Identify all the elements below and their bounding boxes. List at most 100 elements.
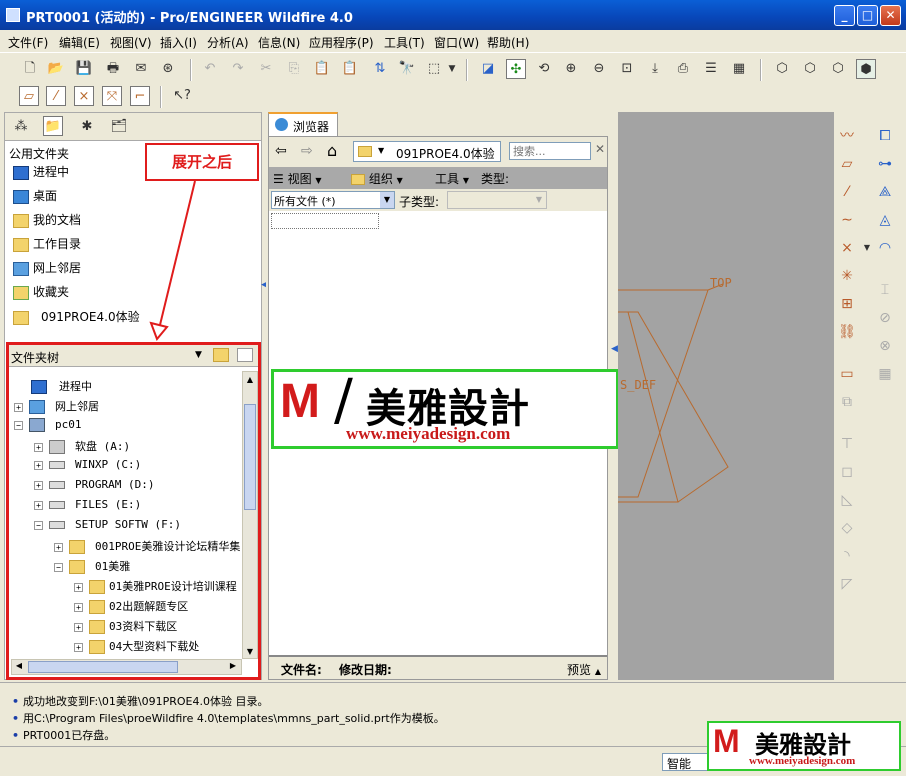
view-menu[interactable]: ☰ 视图 ▼ bbox=[273, 170, 322, 187]
menu-window[interactable]: 窗口(W) bbox=[434, 34, 479, 51]
menu-edit[interactable]: 编辑(E) bbox=[59, 34, 100, 51]
folder-browser-tab-icon[interactable]: 📁 bbox=[43, 116, 63, 136]
nav-item-favorites[interactable]: 收藏夹 bbox=[13, 283, 69, 300]
note-icon[interactable]: ▭ bbox=[836, 364, 858, 384]
menu-analysis[interactable]: 分析(A) bbox=[207, 34, 249, 51]
refit-icon[interactable]: ⊡ bbox=[617, 59, 637, 79]
nav-item-desktop[interactable]: 桌面 bbox=[13, 187, 57, 204]
preview-toggle[interactable]: 预览 ▲ bbox=[567, 661, 601, 678]
collapse-icon[interactable]: − bbox=[14, 420, 23, 430]
tree-item-drive-c[interactable]: + WINXP (C:) bbox=[34, 458, 141, 471]
expand-icon[interactable]: + bbox=[74, 642, 83, 652]
cut-icon[interactable]: ✂ bbox=[256, 59, 276, 79]
tools-menu[interactable]: 工具 ▼ bbox=[435, 170, 469, 187]
favorites-tab-icon[interactable]: ✱ bbox=[77, 117, 97, 137]
dropdown-arrow-icon[interactable]: ▼ bbox=[446, 59, 458, 79]
scroll-left-icon[interactable]: ◀ bbox=[12, 661, 26, 670]
scroll-down-icon[interactable]: ▼ bbox=[243, 644, 257, 659]
scroll-up-icon[interactable]: ▲ bbox=[243, 372, 257, 387]
blend-icon[interactable]: ◬ bbox=[874, 210, 896, 230]
file-list-focus[interactable] bbox=[271, 213, 379, 229]
tree-item-downloads[interactable]: +03资料下载区 bbox=[74, 618, 177, 634]
subtype-select[interactable]: ▼ bbox=[447, 191, 547, 209]
boundary-blend-icon[interactable]: ◠ bbox=[874, 238, 896, 258]
scroll-right-icon[interactable]: ▶ bbox=[226, 661, 240, 670]
sketch-icon[interactable]: 〰 bbox=[836, 126, 858, 146]
menu-file[interactable]: 文件(F) bbox=[8, 34, 48, 51]
model-tree-tab-icon[interactable]: ⁂ bbox=[11, 117, 31, 137]
expand-icon[interactable]: + bbox=[54, 542, 63, 552]
tree-item-pc01[interactable]: − pc01 bbox=[14, 418, 82, 432]
expand-icon[interactable]: + bbox=[34, 500, 43, 510]
datum-axis-icon[interactable]: ⁄ bbox=[836, 182, 858, 202]
datum-curve-icon[interactable]: ∼ bbox=[836, 210, 858, 230]
home-icon[interactable]: ⌂ bbox=[327, 141, 337, 160]
tree-item-course[interactable]: +01美雅PROE设计培训课程 bbox=[74, 578, 237, 594]
datum-point-icon[interactable]: × bbox=[836, 238, 858, 258]
expand-icon[interactable]: + bbox=[34, 460, 43, 470]
sweep-icon[interactable]: ⟁ bbox=[874, 182, 896, 202]
datum-plane-icon[interactable]: ▱ bbox=[836, 154, 858, 174]
reorient-icon[interactable]: ⤓ bbox=[645, 59, 665, 79]
chain-icon[interactable]: ⛓ bbox=[836, 322, 858, 342]
shell-icon[interactable]: ◻ bbox=[836, 462, 858, 482]
merge-icon[interactable]: ⊘ bbox=[874, 308, 896, 328]
nav-item-091proe[interactable]: 091PROE4.0体验 bbox=[13, 308, 140, 325]
no-hidden-icon[interactable]: ⬡ bbox=[828, 59, 848, 79]
paste-special-icon[interactable]: 📋 bbox=[340, 59, 360, 79]
connections-tab-icon[interactable]: 🗂 bbox=[109, 117, 129, 137]
tree-item-large-downloads[interactable]: +04大型资料下载处 bbox=[74, 638, 199, 654]
address-dropdown-icon[interactable]: ▼ bbox=[378, 146, 384, 155]
saved-views-icon[interactable]: ⎙ bbox=[673, 59, 693, 79]
collapse-icon[interactable]: − bbox=[54, 562, 63, 572]
tree-item-in-session[interactable]: 进程中 bbox=[31, 378, 92, 394]
copy-icon[interactable]: ⎘ bbox=[284, 59, 304, 79]
menu-info[interactable]: 信息(N) bbox=[258, 34, 300, 51]
tree-item-questions[interactable]: +02出题解题专区 bbox=[74, 598, 188, 614]
col-modified-date[interactable]: 修改日期: bbox=[339, 661, 392, 678]
search-input[interactable] bbox=[509, 142, 591, 160]
tree-item-01meiya[interactable]: −01美雅 bbox=[54, 558, 130, 574]
annotation-display-icon[interactable]: ⌐ bbox=[130, 86, 150, 106]
zoom-in-icon[interactable]: ⊕ bbox=[561, 59, 581, 79]
tree-vertical-scrollbar[interactable]: ▲ ▼ bbox=[242, 371, 258, 659]
expand-icon[interactable]: + bbox=[74, 602, 83, 612]
rib-icon[interactable]: ◺ bbox=[836, 490, 858, 510]
minimize-button[interactable]: _ bbox=[834, 5, 855, 26]
back-icon[interactable]: ⇦ bbox=[275, 143, 287, 159]
new-folder-icon[interactable] bbox=[213, 348, 229, 362]
scroll-thumb[interactable] bbox=[244, 404, 256, 510]
revolve-icon[interactable]: ⊶ bbox=[874, 154, 896, 174]
find-icon[interactable]: 🔭 bbox=[397, 59, 417, 79]
new-icon[interactable]: 🗋 bbox=[20, 59, 40, 79]
zoom-out-icon[interactable]: ⊖ bbox=[589, 59, 609, 79]
close-button[interactable]: ✕ bbox=[880, 5, 901, 26]
graphics-area[interactable]: TOP S_DEF bbox=[618, 112, 834, 680]
layers-icon[interactable]: ☰ bbox=[701, 59, 721, 79]
expand-icon[interactable]: + bbox=[34, 480, 43, 490]
email-icon[interactable]: ✉ bbox=[131, 59, 151, 79]
coordinate-system-icon[interactable]: ✳ bbox=[836, 266, 858, 286]
trim-icon[interactable]: ⊗ bbox=[874, 336, 896, 356]
pattern-icon[interactable]: ▦ bbox=[874, 364, 896, 384]
hole-icon[interactable]: ⊤ bbox=[836, 434, 858, 454]
forward-icon[interactable]: ⇨ bbox=[301, 143, 313, 159]
datum-point-display-icon[interactable]: × bbox=[74, 86, 94, 106]
datum-plane-display-icon[interactable]: ⏥ bbox=[19, 86, 39, 106]
organize-menu[interactable]: 组织 ▼ bbox=[351, 170, 403, 187]
redo-icon[interactable]: ↷ bbox=[228, 59, 248, 79]
spin-center-icon[interactable]: ✣ bbox=[506, 59, 526, 79]
nav-item-my-documents[interactable]: 我的文档 bbox=[13, 211, 81, 228]
filter-dropdown-icon[interactable]: ▼ bbox=[380, 192, 394, 208]
analysis-feature-icon[interactable]: ⊞ bbox=[836, 294, 858, 314]
datum-axis-display-icon[interactable]: ⁄ bbox=[46, 86, 66, 106]
save-icon[interactable]: 💾 bbox=[74, 59, 94, 79]
expand-icon[interactable]: + bbox=[74, 582, 83, 592]
close-browser-icon[interactable]: ✕ bbox=[595, 142, 605, 156]
expand-icon[interactable]: + bbox=[34, 442, 43, 452]
open-icon[interactable]: 📂 bbox=[46, 59, 66, 79]
sash-expand-icon[interactable]: ◀ bbox=[611, 344, 618, 354]
menu-help[interactable]: 帮助(H) bbox=[487, 34, 529, 51]
file-filter-select[interactable]: 所有文件 (*) ▼ bbox=[271, 191, 395, 209]
address-field[interactable]: ▼ 091PROE4.0体验 bbox=[353, 141, 501, 162]
